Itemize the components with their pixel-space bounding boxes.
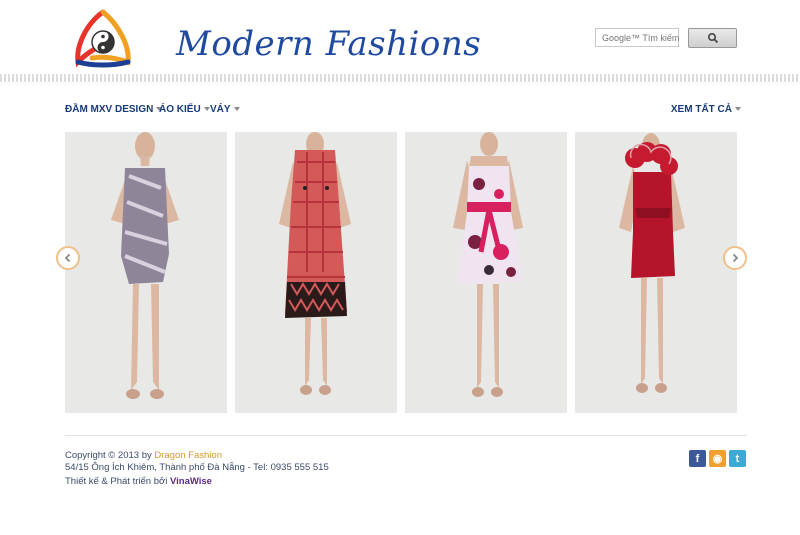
chevron-down-icon	[203, 107, 210, 112]
view-all-link[interactable]: XEM TẤT CẢ	[671, 104, 741, 115]
product-card[interactable]	[405, 132, 567, 413]
search-button[interactable]	[688, 28, 737, 48]
credits-text: Thiết kế & Phát triển bởi	[65, 476, 168, 487]
category-nav: ĐẦM MXV DESIGN ÁO KIỂU VÁY XEM TẤT CẢ	[65, 104, 741, 120]
facebook-glyph: f	[695, 452, 700, 465]
nav-item-ao-kieu[interactable]: ÁO KIỂU	[159, 104, 210, 115]
copyright-text: Copyright © 2013 by	[65, 450, 152, 461]
header-divider	[0, 74, 800, 82]
credits-line: Thiết kế & Phát triển bởi VinaWise	[65, 476, 329, 488]
gallery-next-button[interactable]	[723, 246, 747, 270]
twitter-glyph: t	[735, 452, 740, 465]
product-image	[575, 132, 737, 413]
rss-glyph: ◉	[712, 453, 723, 465]
designer-link[interactable]: VinaWise	[170, 476, 212, 487]
logo-icon	[75, 9, 131, 68]
company-link[interactable]: Dragon Fashion	[154, 450, 222, 461]
footer-divider	[65, 435, 747, 436]
chevron-right-icon	[732, 253, 739, 263]
nav-item-dam-mxv-design[interactable]: ĐẦM MXV DESIGN	[65, 104, 163, 115]
gallery-prev-button[interactable]	[56, 246, 80, 270]
nav-item-label: ĐẦM MXV DESIGN	[65, 104, 154, 115]
header: Modern Fashions	[0, 0, 800, 78]
rss-icon[interactable]: ◉	[709, 450, 726, 467]
product-gallery	[65, 132, 737, 413]
copyright-line: Copyright © 2013 by Dragon Fashion	[65, 450, 329, 462]
search-input[interactable]	[596, 29, 684, 46]
nav-item-vay[interactable]: VÁY	[210, 104, 240, 115]
chevron-down-icon	[233, 107, 240, 112]
search-box[interactable]	[595, 28, 684, 47]
chevron-down-icon	[735, 107, 741, 112]
product-image	[65, 132, 227, 413]
search-icon	[707, 32, 718, 44]
product-card[interactable]	[65, 132, 227, 413]
product-image	[235, 132, 397, 413]
brand-name[interactable]: Modern Fashions	[176, 24, 481, 64]
product-card[interactable]	[575, 132, 737, 413]
twitter-icon[interactable]: t	[729, 450, 746, 467]
chevron-left-icon	[64, 253, 71, 263]
product-card[interactable]	[235, 132, 397, 413]
facebook-icon[interactable]: f	[689, 450, 706, 467]
footer: Copyright © 2013 by Dragon Fashion 54/15…	[65, 450, 329, 488]
logo[interactable]	[68, 6, 138, 70]
nav-item-label: ÁO KIỂU	[159, 104, 201, 115]
address-text: 54/15 Ông Ích Khiêm, Thành phố Đà Nẵng -…	[65, 462, 329, 473]
product-image	[405, 132, 567, 413]
view-all-label: XEM TẤT CẢ	[670, 104, 732, 115]
nav-item-label: VÁY	[210, 104, 231, 115]
